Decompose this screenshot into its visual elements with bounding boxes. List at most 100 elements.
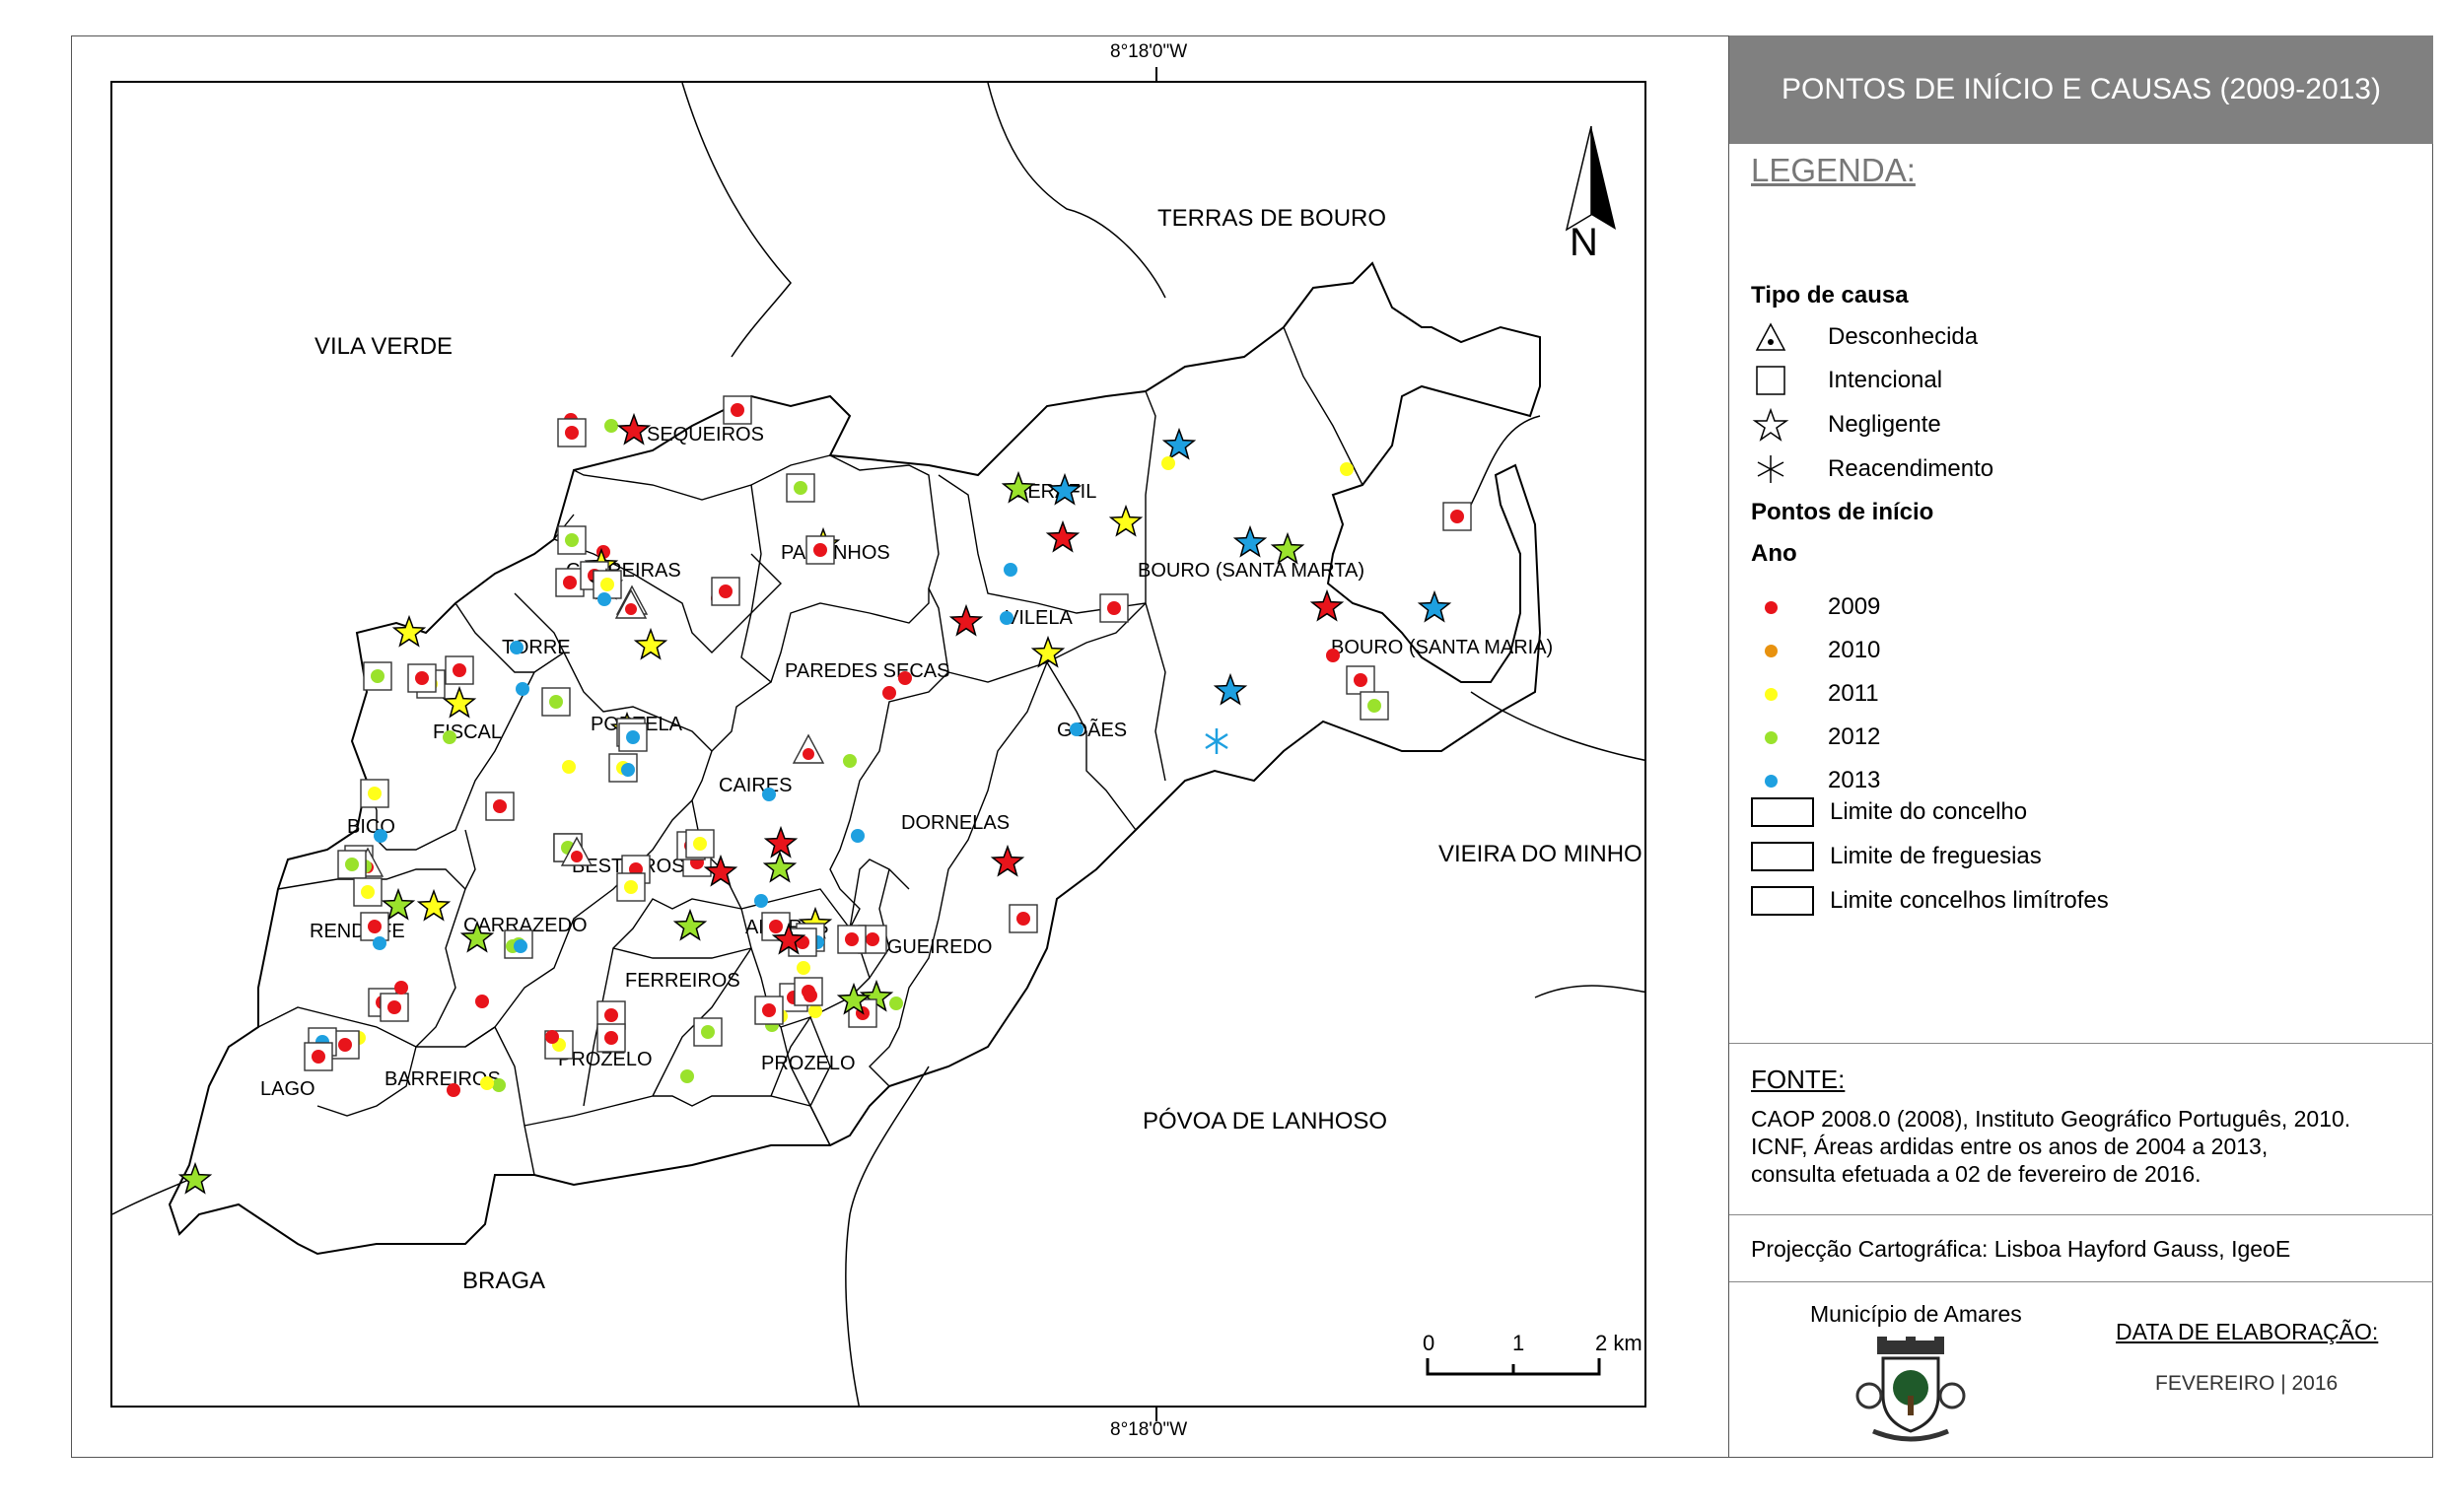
fire-point-dot[interactable] [361, 885, 375, 899]
fire-point-star[interactable] [1045, 519, 1081, 553]
fire-point-dot[interactable] [492, 1078, 506, 1092]
fire-point-dot[interactable] [813, 543, 827, 557]
fire-point-dot[interactable] [882, 686, 896, 700]
fire-point-dot[interactable] [797, 961, 810, 975]
fire-point-dot[interactable] [625, 603, 637, 615]
fire-point-dot[interactable] [493, 799, 507, 813]
fire-point-dot[interactable] [1016, 912, 1030, 926]
fire-point-dot[interactable] [1161, 456, 1175, 470]
fire-point-dot[interactable] [549, 695, 563, 709]
fire-point-star[interactable] [1001, 470, 1036, 504]
fire-point-star[interactable] [391, 614, 427, 648]
top-coordinate-label: 8°18'0"W [1110, 41, 1188, 62]
fire-point-dot[interactable] [514, 939, 527, 953]
fire-point-dot[interactable] [597, 592, 611, 606]
fire-point-dot[interactable] [680, 1069, 694, 1083]
fire-point-star[interactable] [672, 908, 708, 941]
fire-point-dot[interactable] [312, 1050, 325, 1064]
fire-point-dot[interactable] [889, 997, 903, 1010]
fire-point-dot[interactable] [371, 669, 384, 683]
fire-point-star[interactable] [1213, 672, 1248, 706]
fire-point-dot[interactable] [762, 788, 776, 801]
fire-point-star[interactable] [990, 844, 1025, 877]
fire-point-dot[interactable] [516, 682, 529, 696]
fire-point-dot[interactable] [851, 829, 865, 843]
fire-point-dot[interactable] [731, 403, 744, 417]
fire-point-dot[interactable] [621, 763, 635, 777]
date-label: DATA DE ELABORAÇÃO: [2116, 1319, 2379, 1344]
fire-point-dot[interactable] [762, 1003, 776, 1017]
fire-point-star[interactable] [633, 627, 668, 660]
fire-point-star[interactable] [948, 603, 984, 637]
fire-point-dot[interactable] [563, 576, 577, 589]
fire-point-dot[interactable] [1070, 722, 1083, 736]
fire-point-star[interactable] [1108, 504, 1144, 537]
fire-point-dot[interactable] [794, 481, 807, 495]
fire-point-dot[interactable] [754, 894, 768, 908]
fire-point-dot[interactable] [769, 920, 783, 933]
fire-point-dot[interactable] [719, 584, 733, 598]
fire-point-dot[interactable] [475, 995, 489, 1008]
fire-point-dot[interactable] [624, 880, 638, 894]
fire-point-dot[interactable] [701, 1025, 715, 1039]
fire-point-dot[interactable] [1004, 563, 1017, 577]
fire-point-dot[interactable] [845, 932, 859, 946]
fire-point-dot[interactable] [565, 533, 579, 547]
fire-point-dot[interactable] [510, 641, 524, 654]
fire-point-star[interactable] [1270, 531, 1305, 565]
fire-point-star[interactable] [616, 412, 652, 446]
fire-point-star[interactable] [177, 1161, 213, 1195]
fire-point-dot[interactable] [898, 671, 912, 685]
fire-point-dot[interactable] [394, 981, 408, 995]
fire-point-dot[interactable] [866, 932, 879, 946]
fire-point-dot[interactable] [571, 851, 583, 862]
fire-point-star[interactable] [1417, 589, 1452, 623]
fire-point-star[interactable] [442, 685, 477, 719]
fire-point-dot[interactable] [453, 663, 466, 677]
fire-point-dot[interactable] [604, 1008, 618, 1022]
fire-point-dot[interactable] [443, 730, 456, 744]
fire-point-dot[interactable] [1000, 611, 1013, 625]
fire-point-dot[interactable] [626, 730, 640, 744]
fire-point-star[interactable] [416, 888, 452, 922]
fire-point-dot[interactable] [1107, 601, 1121, 615]
fire-point-dot[interactable] [604, 419, 618, 433]
fire-points-layer[interactable] [110, 81, 1646, 1408]
fire-point-dot[interactable] [843, 754, 857, 768]
fire-point-star[interactable] [763, 825, 799, 859]
fire-point-asterisk[interactable] [1205, 728, 1228, 754]
cause-heading: Tipo de causa [1751, 282, 1909, 309]
fire-point-dot[interactable] [1340, 462, 1354, 476]
fire-point-dot[interactable] [604, 1031, 618, 1045]
legend-label: 2011 [1828, 680, 1879, 707]
fire-point-star[interactable] [1309, 588, 1345, 622]
fire-point-dot[interactable] [693, 837, 707, 851]
fire-point-dot[interactable] [808, 1004, 822, 1018]
fire-point-star[interactable] [1161, 427, 1197, 460]
legend-label: 2010 [1828, 637, 1881, 663]
fire-point-dot[interactable] [447, 1083, 460, 1097]
fire-point-dot[interactable] [545, 1030, 559, 1044]
fire-point-dot[interactable] [373, 936, 386, 950]
fire-point-dot[interactable] [1354, 673, 1367, 687]
fire-point-star[interactable] [1047, 472, 1083, 506]
fire-point-star[interactable] [459, 920, 495, 953]
fire-point-star[interactable] [1232, 524, 1268, 558]
fire-point-dot[interactable] [803, 748, 814, 760]
fire-point-dot[interactable] [368, 920, 382, 933]
fire-point-dot[interactable] [804, 989, 817, 1002]
fire-point-dot[interactable] [1450, 510, 1464, 523]
fire-point-dot[interactable] [600, 578, 614, 591]
fire-point-dot[interactable] [1326, 649, 1340, 662]
fire-point-dot[interactable] [480, 1076, 494, 1090]
fire-point-dot[interactable] [562, 760, 576, 774]
fire-point-star[interactable] [1030, 635, 1066, 668]
fire-point-dot[interactable] [374, 829, 387, 843]
fire-point-dot[interactable] [338, 1038, 352, 1052]
fire-point-dot[interactable] [387, 1000, 401, 1014]
fire-point-dot[interactable] [1367, 699, 1381, 713]
fire-point-dot[interactable] [345, 858, 359, 871]
fire-point-dot[interactable] [368, 787, 382, 800]
fire-point-dot[interactable] [415, 671, 429, 685]
fire-point-dot[interactable] [565, 426, 579, 440]
